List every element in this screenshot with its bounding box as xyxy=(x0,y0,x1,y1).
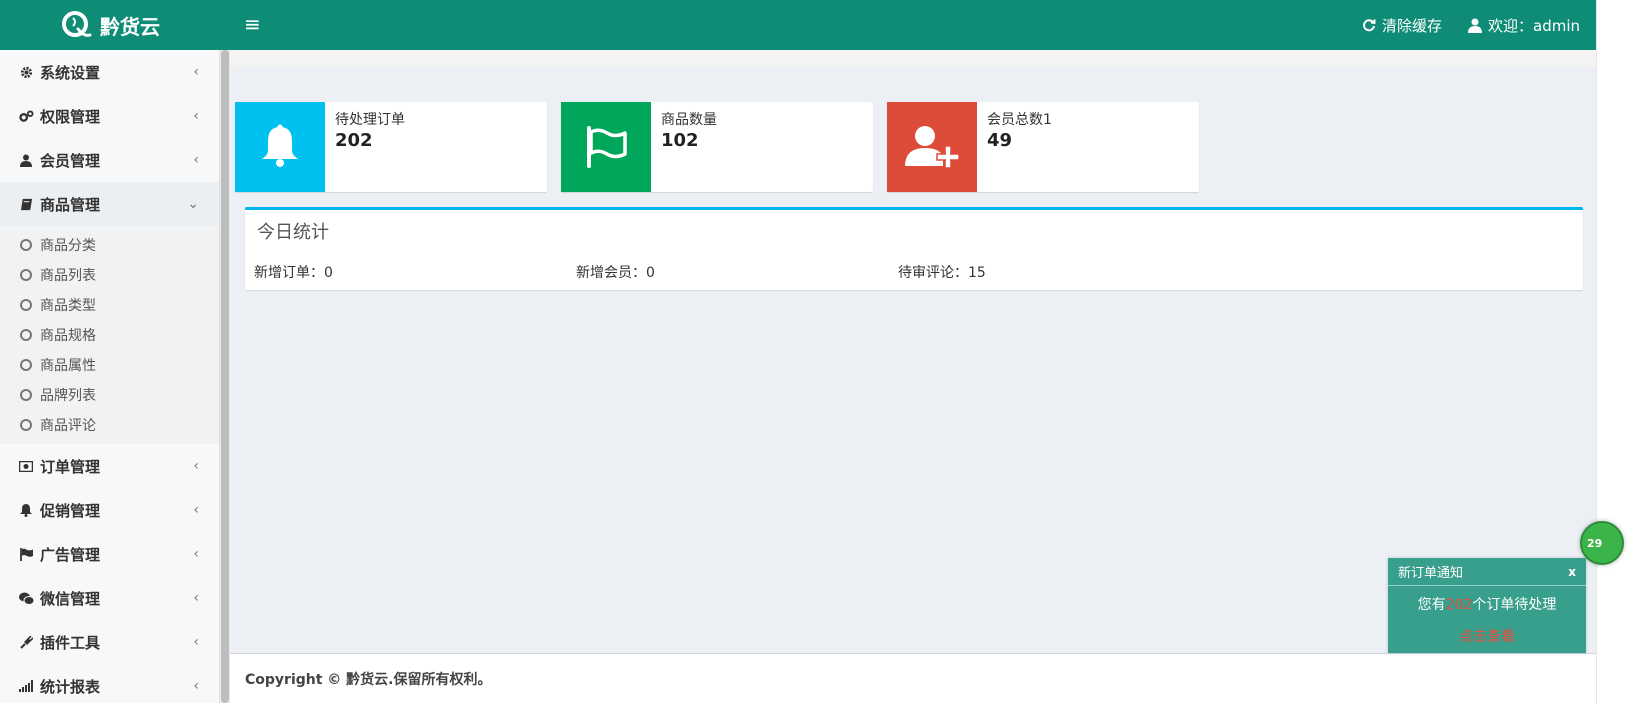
clear-cache-button[interactable]: 清除缓存 xyxy=(1362,15,1442,36)
user-icon xyxy=(18,152,34,168)
notification-title: 新订单通知 xyxy=(1398,566,1464,581)
info-box-value: 49 xyxy=(987,130,1013,151)
circle-icon xyxy=(20,329,32,341)
sidebar-subitem-product-list[interactable]: 商品列表 xyxy=(0,260,219,290)
sidebar-item-plugins[interactable]: 插件工具 ‹ xyxy=(0,620,219,664)
chevron-down-icon: ⌄ xyxy=(187,196,199,212)
notification-message: 您有202个订单待处理 xyxy=(1417,597,1557,613)
today-stats-title: 今日统计 xyxy=(257,222,329,243)
refresh-icon xyxy=(1363,19,1376,32)
chevron-left-icon: ‹ xyxy=(193,590,199,606)
footer: Copyright © 黔货云.保留所有权利。 xyxy=(230,653,1596,703)
chevron-left-icon: ‹ xyxy=(193,678,199,694)
logo[interactable]: 黔货云 xyxy=(0,0,220,50)
chevron-left-icon: ‹ xyxy=(193,546,199,562)
info-box-label: 待处理订单 xyxy=(335,112,405,128)
gear-icon xyxy=(18,64,34,80)
sidebar-item-system-settings[interactable]: 系统设置 ‹ xyxy=(0,50,219,94)
chevron-left-icon: ‹ xyxy=(193,634,199,650)
sidebar-item-products[interactable]: 商品管理 ⌄ xyxy=(0,182,219,226)
sidebar-item-members[interactable]: 会员管理 ‹ xyxy=(0,138,219,182)
circle-icon xyxy=(20,239,32,251)
content-topbar xyxy=(230,50,1596,67)
flag-icon xyxy=(561,102,651,192)
floating-badge[interactable]: 29 xyxy=(1580,521,1624,565)
info-box-label: 商品数量 xyxy=(661,112,717,128)
circle-icon xyxy=(20,359,32,371)
info-box-member-total[interactable]: 会员总数1 49 xyxy=(887,102,1199,192)
menu-toggle-button[interactable]: ≡ xyxy=(244,13,261,35)
notification-close-button[interactable]: x xyxy=(1568,565,1576,579)
sidebar-item-ads[interactable]: 广告管理 ‹ xyxy=(0,532,219,576)
bell-icon xyxy=(235,102,325,192)
new-order-notification: 新订单通知 x 您有202个订单待处理 点击查看 xyxy=(1388,558,1586,653)
circle-icon xyxy=(20,269,32,281)
right-background-strip xyxy=(1596,0,1643,703)
today-stats-panel: 今日统计 新增订单：0 新增会员：0 待审评论：15 xyxy=(245,207,1583,290)
sidebar-item-orders[interactable]: 订单管理 ‹ xyxy=(0,444,219,488)
user-icon xyxy=(1468,18,1482,33)
circle-icon xyxy=(20,389,32,401)
sidebar-subitem-product-type[interactable]: 商品类型 xyxy=(0,290,219,320)
chevron-left-icon: ‹ xyxy=(193,458,199,474)
chevron-left-icon: ‹ xyxy=(193,108,199,124)
info-box-value: 202 xyxy=(335,130,373,151)
sidebar-subitem-brand-list[interactable]: 品牌列表 xyxy=(0,380,219,410)
user-plus-icon xyxy=(887,102,977,192)
info-box-label: 会员总数1 xyxy=(987,112,1052,128)
circle-icon xyxy=(20,419,32,431)
stat-new-members: 新增会员：0 xyxy=(576,265,655,281)
money-icon xyxy=(18,458,34,474)
chevron-left-icon: ‹ xyxy=(193,152,199,168)
sidebar-item-promotions[interactable]: 促销管理 ‹ xyxy=(0,488,219,532)
signal-icon xyxy=(18,678,34,694)
stat-pending-reviews: 待审评论：15 xyxy=(898,265,986,281)
chevron-left-icon: ‹ xyxy=(193,502,199,518)
sidebar-subitem-product-review[interactable]: 商品评论 xyxy=(0,410,219,440)
circle-icon xyxy=(20,299,32,311)
info-box-value: 102 xyxy=(661,130,699,151)
sidebar-item-permissions[interactable]: 权限管理 ‹ xyxy=(0,94,219,138)
plug-icon xyxy=(18,634,34,650)
sidebar-item-wechat[interactable]: 微信管理 ‹ xyxy=(0,576,219,620)
clear-cache-label: 清除缓存 xyxy=(1381,16,1442,35)
sidebar: 系统设置 ‹ 权限管理 ‹ 会员管理 ‹ 商品管理 ⌄ 商品分类 商品列表 商品… xyxy=(0,50,220,703)
top-header: 黔货云 ≡ 清除缓存 欢迎：admin xyxy=(0,0,1596,50)
chevron-left-icon: ‹ xyxy=(193,64,199,80)
stat-new-orders: 新增订单：0 xyxy=(254,265,333,281)
sidebar-subitem-product-spec[interactable]: 商品规格 xyxy=(0,320,219,350)
cogs-icon xyxy=(18,108,34,124)
sidebar-subitem-product-category[interactable]: 商品分类 xyxy=(0,230,219,260)
bell-icon xyxy=(18,502,34,518)
products-submenu: 商品分类 商品列表 商品类型 商品规格 商品属性 品牌列表 商品评论 xyxy=(0,226,219,444)
notification-order-count: 202 xyxy=(1445,597,1473,613)
book-icon xyxy=(18,196,34,212)
logo-text: 黔货云 xyxy=(100,14,160,39)
sidebar-item-reports[interactable]: 统计报表 ‹ xyxy=(0,664,219,703)
info-box-pending-orders[interactable]: 待处理订单 202 xyxy=(235,102,547,192)
info-box-product-count[interactable]: 商品数量 102 xyxy=(561,102,873,192)
sidebar-subitem-product-attribute[interactable]: 商品属性 xyxy=(0,350,219,380)
wechat-icon xyxy=(18,590,34,606)
copyright-text: Copyright © 黔货云.保留所有权利。 xyxy=(245,671,492,688)
sidebar-scrollbar-thumb[interactable] xyxy=(221,50,229,703)
user-menu[interactable]: 欢迎：admin xyxy=(1468,15,1580,36)
flag-icon xyxy=(18,546,34,562)
notification-view-link[interactable]: 点击查看 xyxy=(1388,626,1586,646)
logo-icon xyxy=(60,9,92,41)
welcome-label: 欢迎：admin xyxy=(1488,16,1580,35)
